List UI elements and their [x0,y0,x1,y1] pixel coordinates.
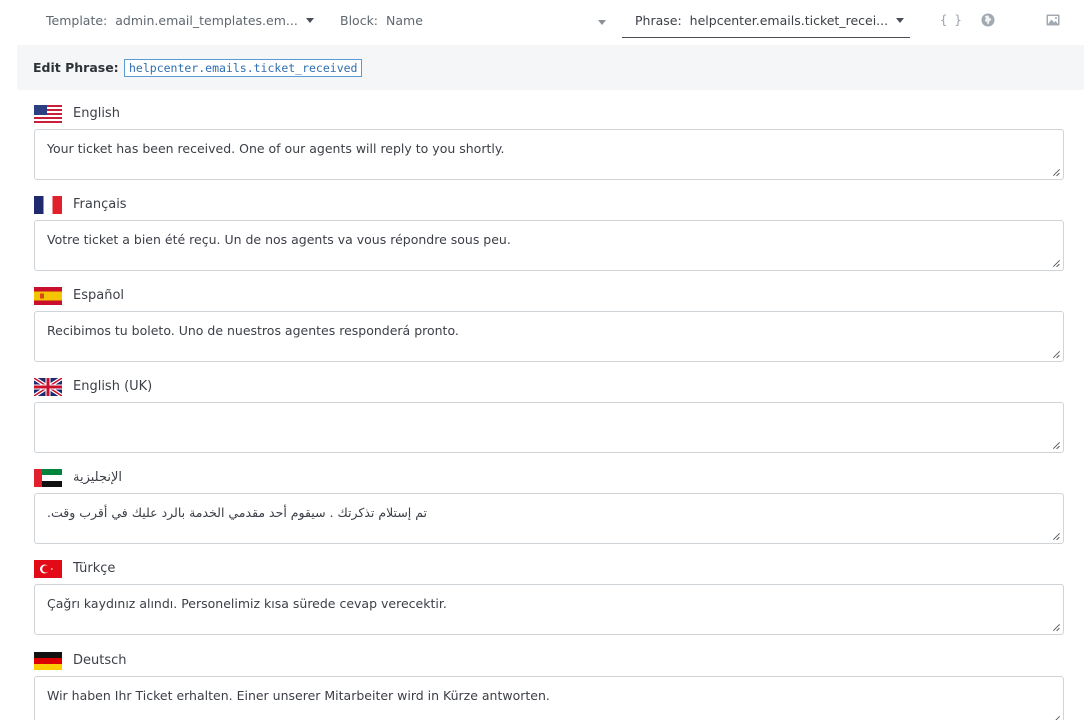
phrase-value: helpcenter.emails.ticket_recei... [689,13,889,28]
phrase-text: Wir haben Ihr Ticket erhalten. Einer uns… [47,688,550,703]
language-name: Français [73,197,127,212]
chevron-down-icon[interactable] [598,20,606,25]
template-label: Template: [46,13,108,28]
phrase-text: Recibimos tu boleto. Uno de nuestros age… [47,323,459,338]
language-name: English (UK) [73,379,153,394]
phrase-textarea-french[interactable]: Votre ticket a bien été reçu. Un de nos … [34,220,1064,271]
resize-handle-icon[interactable] [1052,623,1060,631]
language-block-arabic: الإنجليزية .تم إستلام تذكرتك . سيقوم أحد… [34,467,1064,544]
uk-flag-icon [34,378,62,396]
template-select[interactable]: Template: admin.email_templates.em... [46,13,314,28]
resize-handle-icon[interactable] [1052,259,1060,267]
es-flag-icon [34,287,62,305]
phrase-textarea-german[interactable]: Wir haben Ihr Ticket erhalten. Einer uns… [34,676,1064,720]
chevron-down-icon [305,18,314,23]
block-select[interactable]: Block: Name [340,13,423,28]
language-name: Türkçe [73,561,116,576]
resize-handle-icon[interactable] [1052,350,1060,358]
fr-flag-icon [34,196,62,214]
phrase-textarea-turkish[interactable]: Çağrı kaydınız alındı. Personelimiz kısa… [34,584,1064,635]
language-block-french: Français Votre ticket a bien été reçu. U… [34,194,1064,271]
phrase-textarea-english-uk[interactable] [34,402,1064,453]
language-name: Español [73,288,125,303]
resize-handle-icon[interactable] [1052,532,1060,540]
phrase-textarea-arabic[interactable]: .تم إستلام تذكرتك . سيقوم أحد مقدمي الخد… [34,493,1064,544]
resize-handle-icon[interactable] [1052,168,1060,176]
ae-flag-icon [34,469,62,487]
tr-flag-icon [34,560,62,578]
globe-icon[interactable] [980,12,996,28]
language-name: الإنجليزية [73,470,123,485]
resize-handle-icon[interactable] [1052,715,1060,720]
resize-handle-icon[interactable] [1052,441,1060,449]
us-flag-icon [34,105,62,123]
de-flag-icon [34,652,62,670]
language-block-english: English Your ticket has been received. O… [34,103,1064,180]
block-label: Block: [340,13,379,28]
phrase-select[interactable]: Phrase: helpcenter.emails.ticket_recei..… [622,6,910,38]
phrase-textarea-english[interactable]: Your ticket has been received. One of ou… [34,129,1064,180]
language-block-spanish: Español Recibimos tu boleto. Uno de nues… [34,285,1064,362]
phrase-text: Your ticket has been received. One of ou… [47,141,505,156]
phrase-textarea-spanish[interactable]: Recibimos tu boleto. Uno de nuestros age… [34,311,1064,362]
language-name: English [73,106,120,121]
language-block-german: Deutsch Wir haben Ihr Ticket erhalten. E… [34,650,1064,720]
template-value: admin.email_templates.em... [115,13,298,28]
phrase-label: Phrase: [635,13,682,28]
code-braces-icon[interactable]: { } [940,13,962,27]
language-name: Deutsch [73,653,127,668]
language-block-turkish: Türkçe Çağrı kaydınız alındı. Personelim… [34,558,1064,635]
edit-phrase-label: Edit Phrase: [33,60,119,75]
phrase-text: Votre ticket a bien été reçu. Un de nos … [47,232,511,247]
image-icon[interactable] [1045,12,1061,28]
edit-phrase-bar: Edit Phrase: helpcenter.emails.ticket_re… [17,45,1084,90]
language-block-english-uk: English (UK) [34,376,1064,453]
chevron-down-icon [896,18,905,23]
phrase-key-badge: helpcenter.emails.ticket_received [124,59,363,77]
phrase-toolbar: Template: admin.email_templates.em... Bl… [0,0,1084,44]
phrase-text: Çağrı kaydınız alındı. Personelimiz kısa… [47,596,447,611]
phrase-text: .تم إستلام تذكرتك . سيقوم أحد مقدمي الخد… [47,505,428,520]
block-value: Name [386,13,423,28]
